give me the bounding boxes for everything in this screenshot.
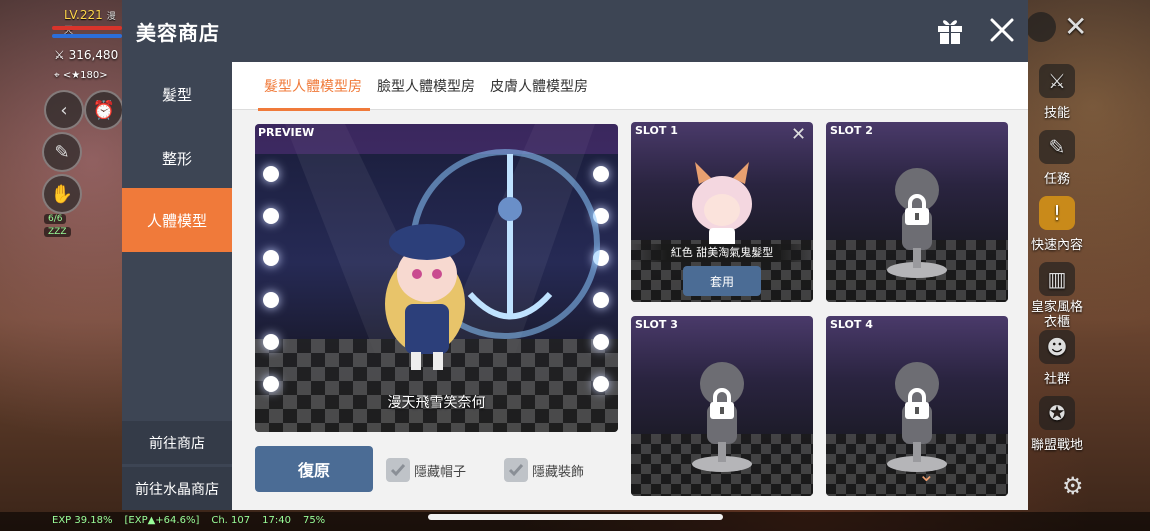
scroll-down-chevron-icon[interactable]: ⌄ [918,462,935,486]
mannequin-tabs: 髮型人體模型房 臉型人體模型房 皮膚人體模型房 [232,62,1028,111]
mannequin-slot-1[interactable]: SLOT 1 ✕ 紅色 甜美淘氣鬼髮型 套用 [631,122,813,302]
sidebar-item-face[interactable]: 整形 [122,126,232,190]
community-menu[interactable]: ☻ 社群 [1028,330,1086,387]
hud-right-menu: ⚔ 技能 ✎ 任務 ! 快速內容 ▥ 皇家風格 衣櫃 ☻ 社群 ✪ 聯盟戰地 [1028,0,1150,531]
tab-hair-mannequin[interactable]: 髮型人體模型房 [264,76,362,96]
wardrobe-menu[interactable]: ▥ 皇家風格 衣櫃 [1028,262,1086,330]
slot-close-icon[interactable]: ✕ [791,124,806,145]
slot-label: SLOT 4 [830,318,873,331]
quest-menu[interactable]: ✎ 任務 [1028,130,1086,187]
category-sidebar: 髮型 整形 人體模型 前往商店 前往水晶商店 [122,62,232,510]
dialog-title: 美容商店 [136,21,220,45]
preview-label: PREVIEW [258,126,315,139]
dialog-header: 美容商店 [122,0,1028,62]
handshake-icon[interactable]: ✋ [42,174,82,214]
hide-accessory-checkbox[interactable]: 隱藏裝飾 [504,458,584,482]
combat-power: ⚔ 316,480 [54,48,119,62]
lock-icon [905,194,929,225]
wardrobe-icon: ▥ [1039,262,1075,296]
back-arrow-icon[interactable]: ‹ [44,90,84,130]
content-area: 髮型人體模型房 臉型人體模型房 皮膚人體模型房 PREVIEW 漫天飛雪笑奈何 … [232,62,1028,510]
home-indicator[interactable] [428,514,723,520]
alarm-clock-icon[interactable]: ⏰ [84,90,124,130]
checkmark-icon [504,458,528,482]
apply-button[interactable]: 套用 [683,266,761,296]
mp-bar [52,34,122,38]
quick-content-menu[interactable]: ! 快速內容 [1028,196,1086,253]
active-tab-indicator [258,108,370,111]
lock-icon [905,388,929,419]
go-to-crystal-shop-button[interactable]: 前往水晶商店 [122,467,232,510]
slot-label: SLOT 1 [635,124,678,137]
tab-face-mannequin[interactable]: 臉型人體模型房 [377,76,475,96]
hp-bar [52,26,122,30]
skill-icon: ⚔ [1039,64,1075,98]
mannequin-slot-2[interactable]: SLOT 2 [826,122,1008,302]
warning-icon: ! [1039,196,1075,230]
quest-icon: ✎ [1039,130,1075,164]
slot-label: SLOT 2 [830,124,873,137]
community-icon: ☻ [1039,330,1075,364]
sidebar-item-hair[interactable]: 髮型 [122,62,232,126]
restore-button[interactable]: 復原 [255,446,373,492]
counter-bottom: ZZZ [44,227,71,237]
slot-label: SLOT 3 [635,318,678,331]
gift-button[interactable] [934,14,966,46]
slot-character [692,162,752,260]
union-icon: ✪ [1039,396,1075,430]
sidebar-item-mannequin[interactable]: 人體模型 [122,188,232,252]
beauty-shop-dialog: 美容商店 髮型 整形 人體模型 前往商店 前往水晶商店 髮型人體模型房 臉型人體… [122,0,1028,510]
preview-character [385,149,600,370]
close-button[interactable] [986,14,1018,46]
potion-icon[interactable]: ✎ [42,132,82,172]
skill-menu[interactable]: ⚔ 技能 [1028,64,1086,121]
map-indicator: ⌖ <★180> [54,70,108,81]
lock-icon [710,388,734,419]
tab-skin-mannequin[interactable]: 皮膚人體模型房 [490,76,588,96]
gift-icon [938,20,962,44]
character-preview: PREVIEW 漫天飛雪笑奈何 [255,124,618,432]
counter-top: 6/6 [44,214,67,224]
close-icon [990,18,1014,42]
go-to-shop-button[interactable]: 前往商店 [122,421,232,464]
mannequin-slot-3[interactable]: SLOT 3 [631,316,813,496]
player-level: LV.221 漫天 [64,8,116,36]
hud-left: LV.221 漫天 ⚔ 316,480 ⌖ <★180> ‹ ⏰ ✎ ✋ 6/6 … [0,0,124,531]
settings-gear-icon[interactable]: ⚙ [1062,472,1084,500]
checkmark-icon [386,458,410,482]
union-menu[interactable]: ✪ 聯盟戰地 [1028,396,1086,453]
hide-hat-checkbox[interactable]: 隱藏帽子 [386,458,466,482]
character-name: 漫天飛雪笑奈何 [387,395,486,411]
mannequin-slot-4[interactable]: SLOT 4 [826,316,1008,496]
slot-item-name: 紅色 甜美淘氣鬼髮型 [631,244,813,262]
